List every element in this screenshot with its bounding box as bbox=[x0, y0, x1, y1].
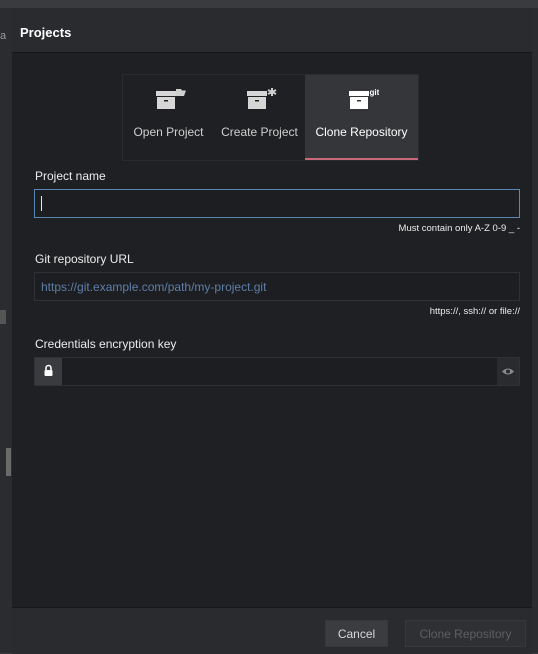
tab-clone-repository[interactable]: git Clone Repository bbox=[305, 75, 418, 160]
credentials-key-input[interactable] bbox=[69, 358, 489, 385]
lock-icon-box bbox=[35, 358, 62, 385]
eye-icon bbox=[502, 368, 514, 375]
background-marker bbox=[6, 448, 11, 476]
git-icon-text: git bbox=[369, 88, 379, 97]
tab-label: Create Project bbox=[221, 125, 298, 139]
background-top-strip bbox=[0, 0, 538, 8]
clone-repository-button[interactable]: Clone Repository bbox=[405, 620, 526, 647]
dialog-header: Projects bbox=[12, 8, 532, 53]
new-box-asterisk-icon bbox=[246, 88, 276, 109]
background-marker bbox=[0, 310, 6, 324]
dialog-footer: Cancel Clone Repository bbox=[12, 607, 532, 654]
background-text-fragment: a bbox=[0, 30, 7, 42]
show-password-button[interactable] bbox=[497, 358, 519, 385]
git-url-field[interactable] bbox=[34, 272, 520, 301]
credentials-key-field[interactable] bbox=[34, 357, 520, 386]
credentials-key-label: Credentials encryption key bbox=[35, 337, 177, 351]
git-url-label: Git repository URL bbox=[35, 252, 134, 266]
background-left-panel: a bbox=[0, 8, 12, 653]
open-folder-box-icon bbox=[155, 89, 186, 109]
tab-label: Open Project bbox=[133, 125, 204, 139]
lock-icon bbox=[44, 364, 53, 376]
project-name-label: Project name bbox=[35, 169, 106, 183]
background-right-panel bbox=[532, 8, 538, 653]
tab-open-project[interactable]: Open Project bbox=[123, 75, 214, 160]
project-name-hint: Must contain only A-Z 0-9 _ - bbox=[398, 223, 520, 234]
git-box-icon: git bbox=[348, 88, 379, 109]
git-url-hint: https://, ssh:// or file:// bbox=[429, 306, 520, 317]
tab-label: Clone Repository bbox=[315, 125, 408, 139]
project-name-field[interactable] bbox=[34, 189, 520, 218]
projects-dialog: Projects Open Project Create Project git… bbox=[12, 8, 532, 654]
cancel-button[interactable]: Cancel bbox=[325, 620, 388, 647]
project-mode-tabs: Open Project Create Project git Clone Re… bbox=[122, 74, 419, 161]
tab-create-project[interactable]: Create Project bbox=[214, 75, 305, 160]
dialog-title: Projects bbox=[20, 25, 72, 40]
git-url-input[interactable] bbox=[41, 273, 481, 300]
project-name-input[interactable] bbox=[41, 190, 481, 217]
